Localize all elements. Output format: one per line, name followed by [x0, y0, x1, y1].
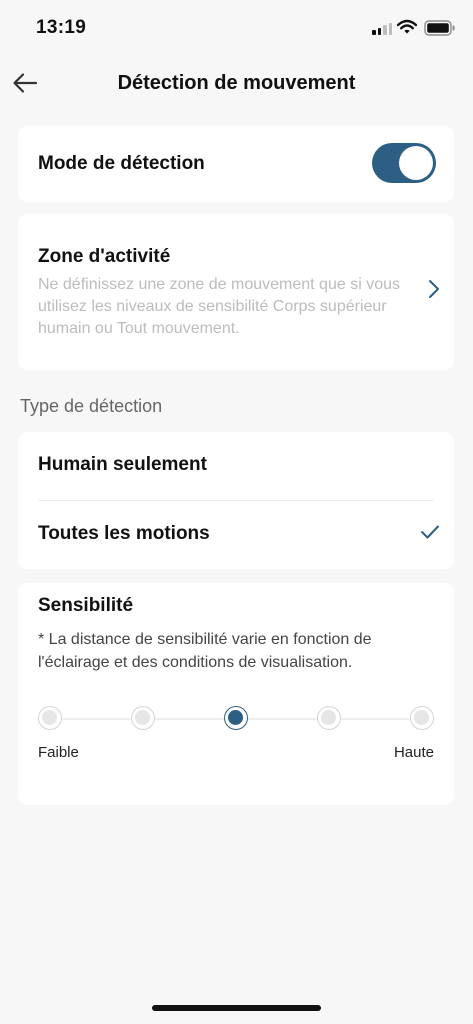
option-human-only-label: Humain seulement — [38, 454, 207, 475]
chevron-right-icon — [429, 280, 439, 298]
detection-mode-label: Mode de détection — [38, 153, 205, 174]
activity-zone-card[interactable]: Zone d'activité Ne définissez une zone d… — [18, 214, 454, 370]
option-all-motions-label: Toutes les motions — [38, 523, 210, 544]
status-time: 13:19 — [36, 17, 87, 38]
option-human-only[interactable]: Humain seulement — [18, 432, 454, 500]
detection-mode-toggle[interactable] — [372, 143, 436, 183]
detection-type-section-label: Type de détection — [20, 396, 163, 416]
battery-icon — [424, 20, 455, 36]
cellular-signal-icon — [372, 22, 392, 35]
option-all-motions[interactable]: Toutes les motions — [18, 501, 454, 569]
home-indicator — [152, 1005, 321, 1011]
sensitivity-level-4[interactable] — [317, 706, 341, 730]
status-bar: 13:19 — [0, 0, 473, 58]
sensitivity-title: Sensibilité — [38, 595, 134, 616]
sensitivity-level-3[interactable] — [224, 706, 248, 730]
wifi-icon — [397, 19, 417, 34]
detection-mode-card: Mode de détection — [18, 126, 454, 202]
sensitivity-high-label: Haute — [393, 744, 434, 761]
page-title: Détection de mouvement — [117, 72, 356, 94]
activity-zone-description: Ne définissez une zone de mouvement que … — [38, 276, 400, 337]
sensitivity-level-2[interactable] — [131, 706, 155, 730]
checkmark-icon — [421, 525, 439, 539]
sensitivity-level-5[interactable] — [410, 706, 434, 730]
sensitivity-level-1[interactable] — [38, 706, 62, 730]
navigation-bar: Détection de mouvement — [0, 58, 473, 110]
sensitivity-low-label: Faible — [38, 744, 79, 761]
activity-zone-title: Zone d'activité — [38, 246, 171, 267]
sensitivity-card: Sensibilité * La distance de sensibilité… — [18, 583, 454, 805]
detection-type-card: Humain seulement Toutes les motions — [18, 432, 454, 569]
toggle-knob — [399, 146, 433, 180]
sensitivity-note: * La distance de sensibilité varie en fo… — [38, 631, 372, 671]
